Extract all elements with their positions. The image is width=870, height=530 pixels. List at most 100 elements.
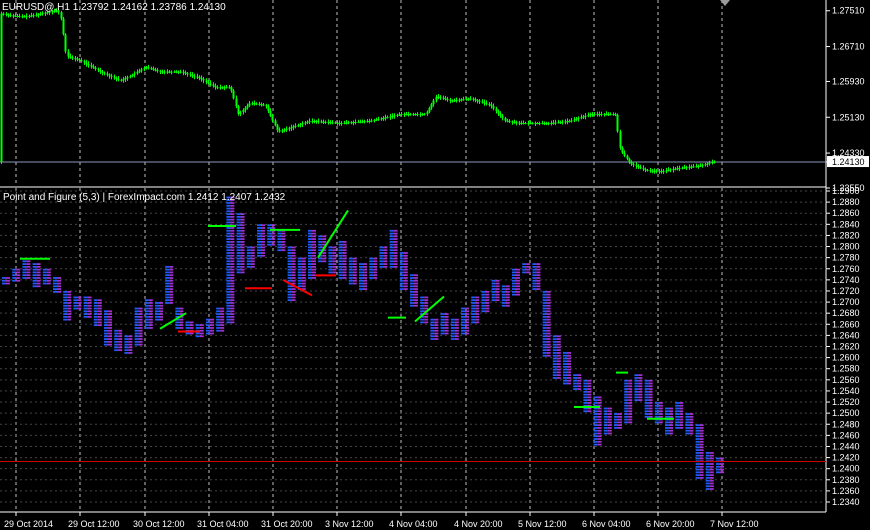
pnf-box-x bbox=[685, 427, 690, 429]
pnf-box-o bbox=[26, 271, 31, 274]
candle-body bbox=[499, 113, 502, 116]
candle-body bbox=[619, 131, 622, 148]
pnf-box-o bbox=[556, 368, 561, 371]
ind-ylabel-9: 1.2720 bbox=[832, 286, 860, 296]
pnf-box-x bbox=[491, 279, 496, 282]
pnf-box-o bbox=[301, 257, 306, 260]
pnf-box-x bbox=[226, 296, 231, 299]
ind-ylabel-20: 1.2500 bbox=[832, 408, 860, 418]
pnf-box-o bbox=[230, 265, 235, 268]
pnf-box-x bbox=[195, 327, 200, 329]
pnf-box-o bbox=[199, 335, 204, 338]
pnf-box-o bbox=[699, 454, 704, 457]
pnf-box-x bbox=[297, 277, 302, 279]
pnf-box-x bbox=[12, 277, 17, 279]
pnf-box-o bbox=[159, 318, 163, 321]
candle-body bbox=[370, 120, 373, 122]
pnf-box-x bbox=[624, 421, 629, 424]
pnf-box-o bbox=[434, 324, 439, 327]
scroll-marker-icon[interactable] bbox=[720, 0, 730, 6]
pnf-box-x bbox=[481, 310, 486, 313]
pnf-box-x bbox=[297, 268, 302, 271]
candle-body bbox=[32, 15, 35, 17]
pnf-box-o bbox=[199, 324, 204, 327]
pnf-box-o bbox=[261, 232, 265, 235]
candle-body bbox=[67, 51, 70, 57]
pnf-box-o bbox=[597, 424, 602, 427]
pnf-box-x bbox=[63, 296, 68, 299]
pnf-box-o bbox=[648, 415, 653, 418]
pnf-box-o bbox=[148, 304, 153, 307]
pnf-box-o bbox=[118, 343, 123, 346]
pnf-box-o bbox=[546, 290, 551, 293]
pnf-box-o bbox=[240, 257, 245, 260]
ind-ylabel-15: 1.2600 bbox=[832, 353, 860, 363]
pnf-box-x bbox=[267, 232, 272, 235]
pnf-box-o bbox=[240, 213, 245, 215]
pnf-box-x bbox=[410, 285, 414, 288]
pnf-box-o bbox=[291, 296, 296, 299]
pnf-box-x bbox=[104, 329, 108, 332]
pnf-box-x bbox=[144, 327, 149, 329]
pnf-box-o bbox=[505, 304, 510, 307]
pnf-box-x bbox=[542, 346, 547, 349]
pnf-box-o bbox=[67, 315, 72, 318]
pnf-box-x bbox=[512, 285, 516, 288]
pnf-box-x bbox=[22, 260, 27, 263]
pnf-box-x bbox=[675, 421, 680, 424]
pnf-box-o bbox=[97, 313, 102, 315]
pnf-box-o bbox=[148, 310, 153, 313]
pnf-box-o bbox=[148, 307, 153, 310]
candle-body bbox=[94, 67, 97, 69]
pnf-box-o bbox=[261, 252, 265, 254]
pnf-box-o bbox=[699, 435, 704, 438]
pnf-box-o bbox=[199, 327, 204, 329]
pnf-box-o bbox=[352, 282, 357, 285]
pnf-box-o bbox=[179, 318, 184, 321]
pnf-box-x bbox=[114, 332, 119, 335]
pnf-box-x bbox=[206, 321, 210, 324]
pnf-box-x bbox=[348, 263, 353, 265]
chart-canvas[interactable]: 1.29001.28801.28601.28401.28201.28001.27… bbox=[0, 0, 870, 530]
candle-body bbox=[324, 121, 327, 123]
pnf-box-x bbox=[308, 268, 312, 271]
pnf-box-o bbox=[689, 427, 694, 429]
pnf-box-x bbox=[226, 318, 231, 321]
pnf-box-x bbox=[226, 271, 231, 274]
pnf-box-o bbox=[67, 310, 72, 313]
ind-ylabel-8: 1.2740 bbox=[832, 275, 860, 285]
pnf-box-x bbox=[267, 224, 272, 227]
pnf-box-x bbox=[675, 427, 680, 429]
pnf-box-o bbox=[108, 321, 112, 324]
candle-body bbox=[377, 119, 380, 121]
pnf-box-x bbox=[114, 340, 119, 343]
pnf-box-x bbox=[501, 299, 506, 302]
pnf-box-x bbox=[236, 249, 241, 252]
pnf-box-o bbox=[607, 421, 612, 424]
pnf-box-x bbox=[277, 246, 282, 249]
pnf-box-x bbox=[226, 229, 231, 232]
candle-body bbox=[90, 65, 93, 67]
pnf-box-o bbox=[57, 277, 61, 279]
pnf-box-x bbox=[430, 332, 435, 335]
pnf-box-o bbox=[67, 296, 72, 299]
pnf-box-o bbox=[138, 318, 143, 321]
pnf-box-o bbox=[546, 352, 551, 354]
pnf-box-x bbox=[73, 304, 78, 307]
pnf-box-o bbox=[699, 474, 704, 477]
pnf-box-x bbox=[573, 382, 578, 385]
pnf-box-x bbox=[675, 410, 680, 413]
pnf-box-x bbox=[155, 304, 159, 307]
pnf-box-x bbox=[430, 318, 435, 321]
pnf-box-x bbox=[450, 327, 455, 329]
pnf-box-o bbox=[403, 288, 408, 290]
pnf-box-x bbox=[512, 271, 516, 274]
pnf-box-o bbox=[240, 243, 245, 246]
pnf-box-o bbox=[628, 413, 633, 415]
pnf-box-o bbox=[587, 390, 592, 393]
pnf-box-x bbox=[338, 243, 343, 246]
candle-body bbox=[584, 115, 587, 117]
chart-window[interactable]: 1.2900 1.2880 1.2860 1.2840 1.2820 1.2800 1.27… bbox=[0, 0, 870, 530]
pnf-box-x bbox=[236, 240, 241, 243]
candle-body bbox=[685, 167, 688, 169]
